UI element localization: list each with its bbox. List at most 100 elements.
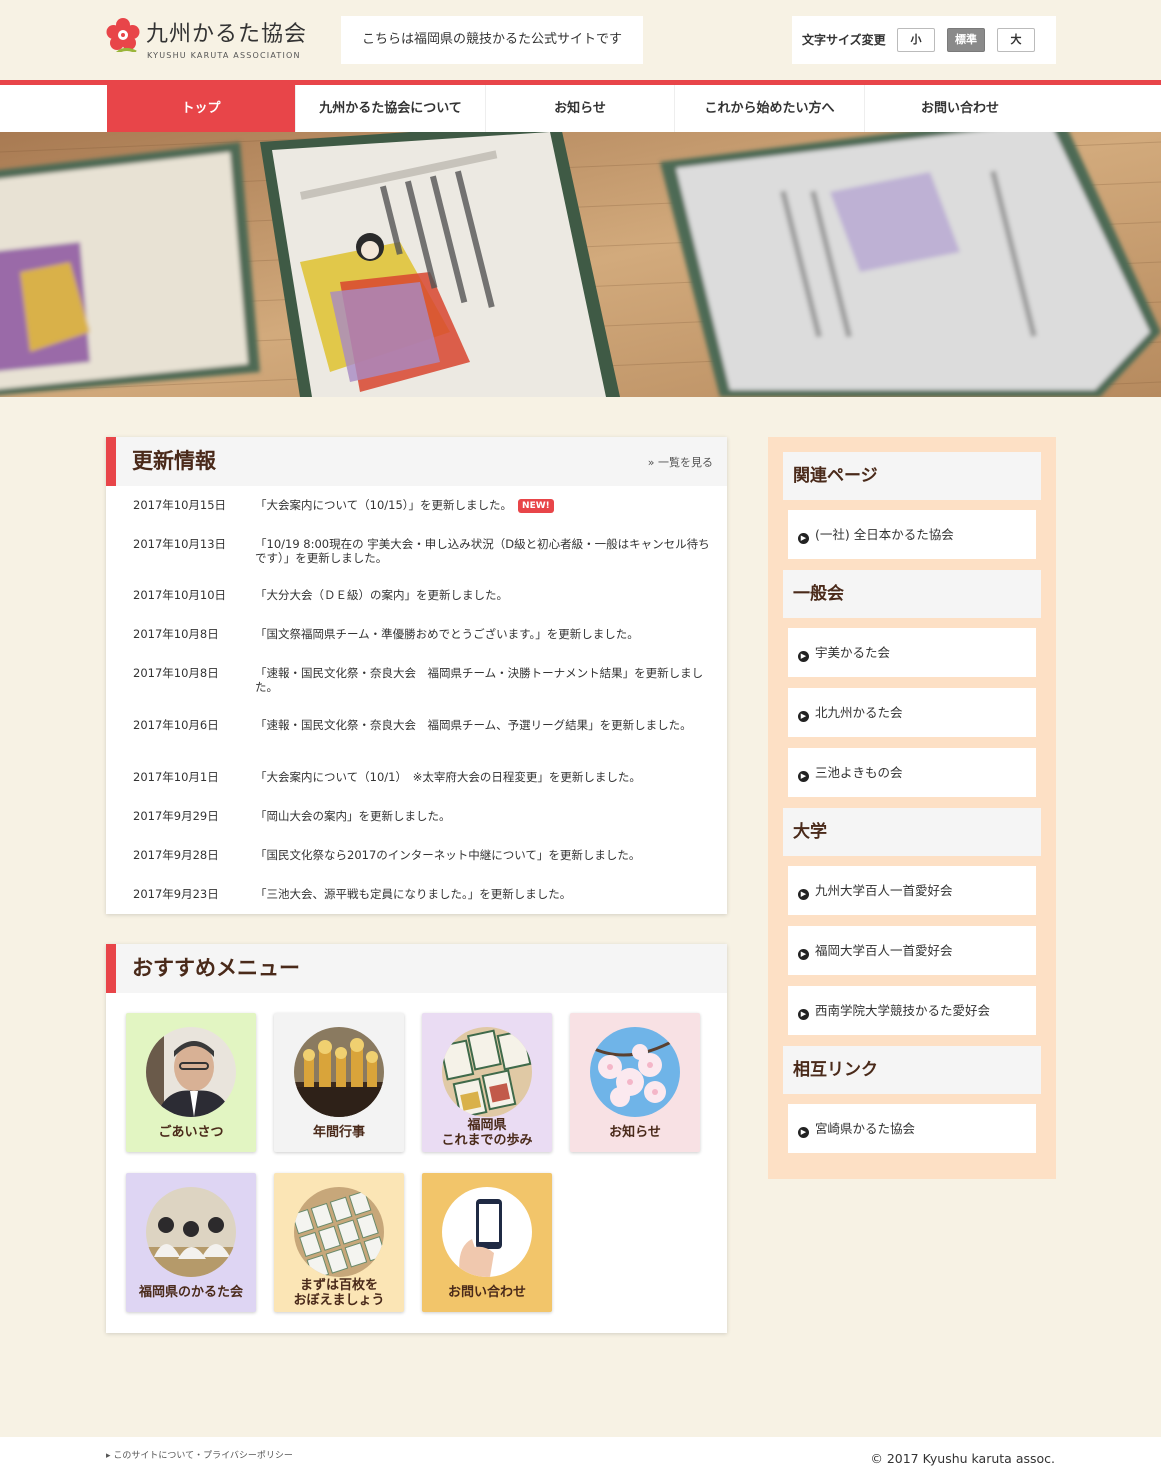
site-logo[interactable]: 九州かるた協会 KYUSHU KARUTA ASSOCIATION [106, 16, 316, 62]
heading-accent-bar [106, 437, 116, 486]
arrow-circle-icon: ▶ [798, 1009, 809, 1020]
menu-tile-clubs[interactable]: 福岡県のかるた会 [126, 1173, 256, 1312]
arrow-circle-icon: ▶ [798, 949, 809, 960]
sidebar-heading-related: 関連ページ [783, 452, 1041, 500]
font-size-small-button[interactable]: 小 [897, 28, 935, 52]
menu-tile-annual-events[interactable]: 年間行事 [274, 1013, 404, 1152]
sidebar-link-label: 北九州かるた会 [815, 705, 903, 720]
sidebar-link-kyushu-univ[interactable]: ▶ 九州大学百人一首愛好会 [788, 866, 1036, 915]
news-panel-title: 更新情報 [132, 449, 216, 473]
news-text: 「速報・国民文化祭・奈良大会 福岡県チーム・決勝トーナメント結果」を更新しました… [255, 666, 704, 694]
arrow-circle-icon: ▶ [798, 1127, 809, 1138]
font-size-switcher: 文字サイズ変更 小 標準 大 [792, 16, 1056, 64]
news-text: 「10/19 8:00現在の 宇美大会・申し込み状況（D級と初心者級・一般はキャ… [255, 537, 710, 565]
news-date: 2017年10月6日 [133, 718, 219, 732]
news-text: 「岡山大会の案内」を更新しました。 [255, 809, 451, 823]
nav-item-top[interactable]: トップ [107, 85, 296, 132]
arrow-circle-icon: ▶ [798, 889, 809, 900]
arrow-circle-icon: ▶ [798, 651, 809, 662]
cards-photo [442, 1027, 532, 1117]
menu-tile-label: お問い合わせ [447, 1285, 526, 1300]
news-text: 「大分大会（ＤＥ級）の案内」を更新しました。 [255, 588, 508, 602]
menu-tile-history[interactable]: 福岡県 これまでの歩み [422, 1013, 552, 1152]
sidebar-link-umi-karuta[interactable]: ▶ 宇美かるた会 [788, 628, 1036, 677]
sidebar-heading-general: 一般会 [783, 570, 1041, 618]
nav-item-about[interactable]: 九州かるた協会について [296, 85, 486, 132]
sidebar: 関連ページ ▶ (一社) 全日本かるた協会 一般会 ▶ 宇美かるた会 ▶ 北九州かるた… [768, 437, 1056, 1179]
sidebar-link-fukuoka-univ[interactable]: ▶ 福岡大学百人一首愛好会 [788, 926, 1036, 975]
nav-item-news[interactable]: お知らせ [486, 85, 675, 132]
menu-tile-label: 福岡県 これまでの歩み [441, 1118, 533, 1148]
menu-tile-label: ごあいさつ [158, 1125, 224, 1140]
news-date: 2017年10月15日 [133, 498, 227, 512]
sidebar-link-zen-nihon-karuta[interactable]: ▶ (一社) 全日本かるた協会 [788, 510, 1036, 559]
menu-panel-header: おすすめメニュー [106, 944, 727, 993]
footer-policy-link[interactable]: ▸ このサイトについて・プライバシーポリシー [106, 1437, 293, 1475]
sidebar-link-seinan-univ[interactable]: ▶ 西南学院大学競技かるた愛好会 [788, 986, 1036, 1035]
sidebar-link-label: 宇美かるた会 [815, 645, 891, 660]
trophies-photo [294, 1027, 384, 1117]
plum-blossom-icon [106, 18, 140, 52]
hero-image [0, 132, 1161, 397]
font-size-normal-button[interactable]: 標準 [947, 28, 985, 52]
news-more-link[interactable]: » 一覧を見る [648, 437, 713, 489]
site-tagline: こちらは福岡県の競技かるた公式サイトです [341, 16, 643, 64]
players-photo [146, 1187, 236, 1277]
font-size-label: 文字サイズ変更 [802, 33, 886, 47]
menu-tile-label: 年間行事 [312, 1125, 365, 1140]
new-badge: NEW! [518, 499, 554, 513]
menu-tile-label: お知らせ [609, 1125, 661, 1140]
news-panel: 更新情報 » 一覧を見る 2017年10月15日 「大会案内について（10/15… [106, 437, 727, 914]
news-text-content: 「大会案内について（10/15）」を更新しました。 [255, 498, 513, 512]
news-panel-header: 更新情報 » 一覧を見る [106, 437, 727, 486]
sidebar-link-label: 三池よきもの会 [815, 765, 903, 780]
sidebar-link-kitakyushu-karuta[interactable]: ▶ 北九州かるた会 [788, 688, 1036, 737]
menu-tile-news[interactable]: お知らせ [570, 1013, 700, 1152]
sidebar-link-miyazaki-karuta[interactable]: ▶ 宮崎県かるた協会 [788, 1104, 1036, 1153]
sidebar-heading-university: 大学 [783, 808, 1041, 856]
menu-tile-label: 福岡県のかるた会 [138, 1285, 243, 1300]
logo-title: 九州かるた協会 [146, 22, 308, 47]
smartphone-photo [442, 1187, 532, 1277]
sidebar-link-label: 九州大学百人一首愛好会 [815, 883, 953, 898]
news-date: 2017年10月10日 [133, 588, 227, 602]
menu-tile-greeting[interactable]: ごあいさつ [126, 1013, 256, 1152]
card-grid-photo [294, 1187, 384, 1277]
sidebar-link-label: 西南学院大学競技かるた愛好会 [815, 1003, 991, 1018]
sidebar-link-miike-yokimono[interactable]: ▶ 三池よきもの会 [788, 748, 1036, 797]
menu-panel-title: おすすめメニュー [132, 956, 300, 980]
news-date: 2017年9月28日 [133, 848, 219, 862]
news-text: 「国文祭福岡県チーム・準優勝おめでとうございます。」を更新しました。 [255, 627, 639, 641]
sakura-photo [590, 1027, 680, 1117]
arrow-circle-icon: ▶ [798, 711, 809, 722]
site-footer: ▸ このサイトについて・プライバシーポリシー © 2017 Kyushu kar… [0, 1437, 1161, 1475]
news-date: 2017年10月8日 [133, 627, 219, 641]
menu-tile-label: まずは百枚を おぼえましょう [293, 1278, 385, 1308]
sidebar-link-label: 宮崎県かるた協会 [815, 1121, 916, 1136]
news-text: 「大会案内について（10/1） ※太宰府大会の日程変更」を更新しました。 [255, 770, 641, 784]
heading-accent-bar [106, 944, 116, 993]
greeting-photo [146, 1027, 236, 1117]
footer-copyright: © 2017 Kyushu karuta assoc. [870, 1451, 1055, 1466]
nav-item-contact[interactable]: お問い合わせ [865, 85, 1055, 132]
sidebar-heading-mutual-links: 相互リンク [783, 1046, 1041, 1094]
arrow-circle-icon: ▶ [798, 533, 809, 544]
arrow-circle-icon: ▶ [798, 771, 809, 782]
nav-item-beginners[interactable]: これから始めたい方へ [675, 85, 865, 132]
news-date: 2017年9月23日 [133, 887, 219, 901]
news-text: 「三池大会、源平戦も定員になりました。」を更新しました。 [255, 887, 572, 901]
recommended-menu-panel: おすすめメニュー ごあいさつ 年間行事 福岡県 これまでの歩み お知らせ 福岡県… [106, 944, 727, 1333]
news-date: 2017年10月1日 [133, 770, 219, 784]
sidebar-link-label: (一社) 全日本かるた協会 [815, 527, 954, 542]
news-date: 2017年10月13日 [133, 537, 227, 551]
news-date: 2017年10月8日 [133, 666, 219, 680]
news-date: 2017年9月29日 [133, 809, 219, 823]
news-text: 「速報・国民文化祭・奈良大会 福岡県チーム、予選リーグ結果」を更新しました。 [255, 718, 692, 732]
karuta-cards-photo [0, 132, 1161, 397]
menu-tile-memorize[interactable]: まずは百枚を おぼえましょう [274, 1173, 404, 1312]
news-text: 「国民文化祭なら2017のインターネット中継について」を更新しました。 [255, 848, 641, 862]
menu-tile-contact[interactable]: お問い合わせ [422, 1173, 552, 1312]
news-text: 「大会案内について（10/15）」を更新しました。 NEW! [255, 498, 713, 513]
font-size-large-button[interactable]: 大 [997, 28, 1035, 52]
logo-subtitle: KYUSHU KARUTA ASSOCIATION [147, 51, 301, 60]
